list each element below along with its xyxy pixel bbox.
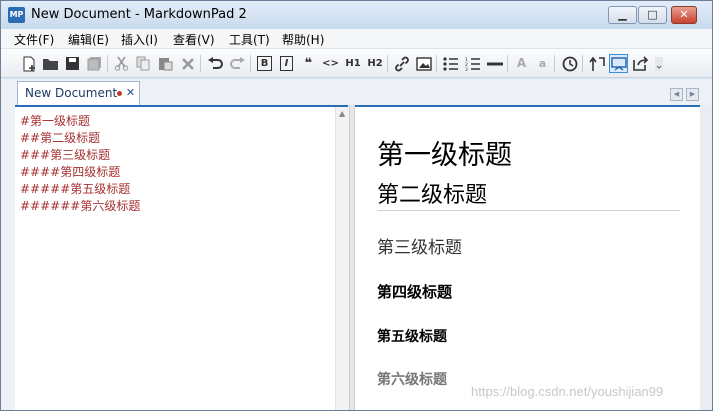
- save-icon[interactable]: [63, 54, 82, 73]
- close-icon: ✕: [679, 8, 689, 21]
- preview-heading-5: 第五级标题: [377, 330, 447, 345]
- heading-divider: [377, 210, 680, 211]
- open-folder-icon[interactable]: [41, 54, 60, 73]
- left-gutter: [1, 105, 15, 410]
- menu-bar: 文件(F) 编辑(E) 插入(I) 查看(V) 工具(T) 帮助(H): [1, 29, 712, 49]
- maximize-icon: □: [647, 8, 658, 21]
- horizontal-rule-icon[interactable]: [485, 54, 504, 73]
- tab-close-icon[interactable]: ✕: [124, 86, 137, 99]
- menu-view[interactable]: 查看(V): [173, 31, 215, 48]
- link-icon[interactable]: [392, 54, 411, 73]
- app-icon: MP: [8, 7, 25, 23]
- toolbar-separator: [436, 55, 437, 72]
- preview-heading-6: 第六级标题: [377, 373, 447, 388]
- toolbar: B I ❝ <> H1 H2 123 A a: [1, 49, 712, 78]
- close-button[interactable]: ✕: [671, 6, 697, 24]
- maximize-button[interactable]: □: [638, 6, 667, 24]
- live-preview-icon[interactable]: [609, 54, 628, 73]
- preview-heading-1: 第一级标题: [377, 140, 512, 170]
- tab-new-document[interactable]: New Document ✕: [17, 81, 140, 105]
- uppercase-icon[interactable]: A: [512, 54, 531, 73]
- editor-scrollbar[interactable]: ▲: [335, 107, 349, 410]
- minimize-icon: ▁: [618, 8, 627, 21]
- app-window: MP New Document - MarkdownPad 2 ▁ □ ✕ 文件…: [0, 0, 713, 411]
- code-icon[interactable]: <>: [320, 54, 341, 73]
- quote-icon[interactable]: ❝: [299, 54, 318, 73]
- cut-icon[interactable]: [112, 54, 131, 73]
- bold-icon[interactable]: B: [255, 54, 274, 73]
- bullet-list-icon[interactable]: [441, 54, 460, 73]
- copy-icon[interactable]: [134, 54, 153, 73]
- editor-line: #####第五级标题: [20, 182, 131, 196]
- numbered-list-icon[interactable]: 123: [463, 54, 482, 73]
- lowercase-icon[interactable]: a: [533, 54, 552, 73]
- redo-icon[interactable]: [228, 54, 247, 73]
- preview-heading-4: 第四级标题: [377, 285, 453, 301]
- tab-prev-button[interactable]: ◀: [670, 88, 683, 101]
- svg-text:3: 3: [465, 67, 468, 71]
- paste-icon[interactable]: [156, 54, 175, 73]
- toolbar-separator: [200, 55, 201, 72]
- toolbar-overflow-icon[interactable]: [653, 54, 665, 73]
- tab-strip: New Document ✕ ◀ ▶: [1, 79, 712, 105]
- undo-icon[interactable]: [205, 54, 224, 73]
- timestamp-icon[interactable]: [560, 54, 579, 73]
- menu-insert[interactable]: 插入(I): [121, 31, 158, 48]
- menu-edit[interactable]: 编辑(E): [68, 31, 109, 48]
- toolbar-separator: [107, 55, 108, 72]
- tab-label: New Document: [25, 86, 118, 100]
- menu-tools[interactable]: 工具(T): [229, 31, 270, 48]
- editor-line: ####第四级标题: [20, 165, 121, 179]
- unsaved-indicator: [117, 91, 122, 96]
- toolbar-separator: [387, 55, 388, 72]
- heading2-icon[interactable]: H2: [365, 54, 385, 73]
- image-icon[interactable]: [414, 54, 433, 73]
- menu-help[interactable]: 帮助(H): [282, 31, 324, 48]
- toolbar-separator: [250, 55, 251, 72]
- window-title: New Document - MarkdownPad 2: [31, 7, 247, 22]
- toolbar-separator: [554, 55, 555, 72]
- sync-scroll-icon[interactable]: [587, 54, 606, 73]
- minimize-button[interactable]: ▁: [608, 6, 637, 24]
- preview-pane: 第一级标题 第二级标题 第三级标题 第四级标题 第五级标题 第六级标题: [355, 105, 700, 410]
- menu-file[interactable]: 文件(F): [14, 31, 54, 48]
- tab-next-button[interactable]: ▶: [686, 88, 699, 101]
- editor-pane[interactable]: #第一级标题 ##第二级标题 ###第三级标题 ####第四级标题 #####第…: [15, 105, 348, 410]
- toolbar-separator: [582, 55, 583, 72]
- title-bar: MP New Document - MarkdownPad 2 ▁ □ ✕: [1, 1, 712, 29]
- editor-line: ######第六级标题: [20, 199, 141, 213]
- save-all-icon[interactable]: [85, 54, 104, 73]
- editor-line: ##第二级标题: [20, 131, 101, 145]
- heading1-icon[interactable]: H1: [343, 54, 363, 73]
- preview-heading-3: 第三级标题: [377, 238, 462, 257]
- export-icon[interactable]: [631, 54, 650, 73]
- watermark-text: https://blog.csdn.net/youshijian99: [471, 384, 664, 399]
- new-document-icon[interactable]: [19, 54, 38, 73]
- preview-heading-2: 第二级标题: [377, 182, 488, 207]
- delete-icon[interactable]: [178, 54, 197, 73]
- toolbar-separator: [507, 55, 508, 72]
- scroll-up-icon[interactable]: ▲: [339, 109, 345, 118]
- editor-line: #第一级标题: [20, 114, 91, 128]
- right-edge: [700, 105, 712, 410]
- italic-icon[interactable]: I: [277, 54, 296, 73]
- editor-line: ###第三级标题: [20, 148, 111, 162]
